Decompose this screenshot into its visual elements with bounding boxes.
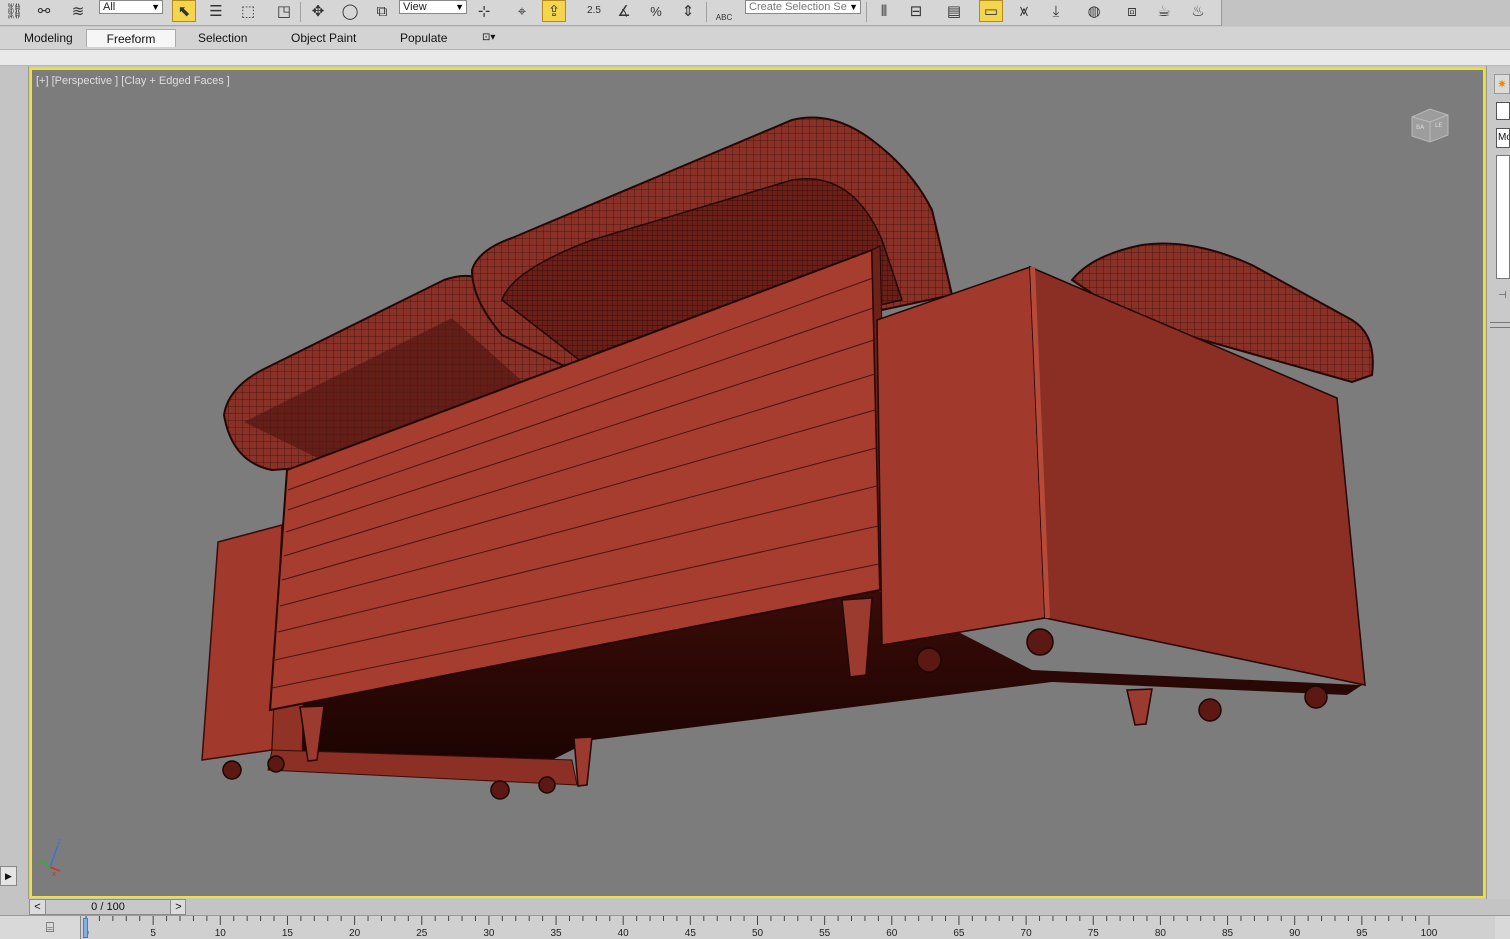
toolbar-separator (866, 2, 867, 22)
track-tick-label: 30 (483, 928, 495, 939)
modifier-stack-list[interactable] (1496, 155, 1510, 279)
expand-panel-arrow-icon[interactable]: ▶ (0, 866, 17, 886)
tab-modeling[interactable]: Modeling (18, 29, 79, 47)
mini-curve-editor-icon[interactable]: ⌸ (38, 917, 62, 937)
modifier-list-field[interactable]: Mo (1496, 128, 1510, 148)
panel-divider (1490, 322, 1510, 323)
pin-stack-icon[interactable]: ⊣ (1498, 290, 1507, 301)
perspective-viewport[interactable]: [+] [Perspective ] [Clay + Edged Faces ]… (30, 68, 1485, 898)
track-tick-label: 40 (618, 928, 630, 939)
create-panel-tab-icon[interactable]: ✷ (1494, 74, 1510, 94)
track-tick-label: 85 (1222, 928, 1234, 939)
rendered-frame-window-icon[interactable]: ☕ (1152, 0, 1176, 22)
axis-z-label: z (57, 837, 61, 846)
track-tick-label: 35 (550, 928, 562, 939)
pivot-center-icon[interactable]: ⊹ (472, 0, 496, 22)
spinner-snap-icon[interactable]: ⇕ (676, 0, 700, 22)
track-tick-label: 75 (1088, 928, 1100, 939)
tab-selection[interactable]: Selection (192, 29, 253, 47)
ribbon-options-dropdown-icon[interactable]: ⊡▾ (476, 29, 501, 47)
command-panel-checkbox[interactable] (1496, 102, 1510, 120)
track-tick-label: 65 (953, 928, 965, 939)
toolbar-empty-area (1222, 0, 1510, 26)
select-and-link-icon[interactable]: ⛓ (2, 0, 26, 22)
material-editor-icon[interactable]: ◍ (1082, 0, 1106, 22)
select-and-manipulate-icon[interactable]: ⌖ (510, 0, 534, 22)
current-frame-marker[interactable] (83, 918, 88, 938)
ribbon-tabs: Modeling Freeform Selection Object Paint… (0, 27, 1510, 49)
svg-text:BA: BA (1416, 124, 1425, 131)
toggle-ribbon-icon[interactable]: ▭ (979, 0, 1003, 22)
chevron-down-icon: ▼ (849, 2, 858, 12)
svg-text:LE: LE (1435, 122, 1442, 129)
chevron-down-icon: ▼ (151, 2, 160, 12)
time-slider[interactable]: < 0 / 100 > (29, 899, 186, 915)
select-and-scale-icon[interactable]: ⧉ (370, 0, 394, 22)
main-toolbar: ⛓ ⚯ ≋ All ▼ ⬉ ☰ ⬚ ◳ ✥ ◯ ⧉ View ▼ ⊹ ⌖ ⇪ 2.5… (0, 0, 1222, 26)
time-slider-thumb[interactable]: 0 / 100 (46, 900, 170, 914)
render-setup-icon[interactable]: ⧈ (1120, 0, 1144, 22)
track-tick-label: 10 (215, 928, 227, 939)
schematic-view-icon[interactable]: ⤓ (1044, 0, 1068, 22)
ribbon-panel-minimized (0, 49, 1510, 66)
mirror-icon[interactable]: ⫴ (872, 0, 896, 22)
keyboard-shortcut-override-icon[interactable]: ⇪ (542, 0, 566, 22)
percent-snap-icon[interactable]: % (644, 0, 668, 22)
render-production-icon[interactable]: ♨ (1186, 0, 1210, 22)
track-tick-label: 100 (1421, 928, 1438, 939)
snaps-toggle-icon[interactable]: 2.5 (582, 0, 606, 22)
next-frame-button[interactable]: > (170, 900, 186, 914)
viewport-label[interactable]: [+] [Perspective ] [Clay + Edged Faces ] (36, 75, 230, 87)
viewcube-icon[interactable]: BA LE (1409, 105, 1451, 145)
tab-object-paint[interactable]: Object Paint (285, 29, 362, 47)
select-and-rotate-icon[interactable]: ◯ (338, 0, 362, 22)
select-by-name-icon[interactable]: ☰ (204, 0, 228, 22)
track-tick-label: 70 (1021, 928, 1033, 939)
viewport-left-border (0, 66, 29, 899)
axis-tripod-icon: z x y (38, 837, 61, 877)
bind-to-space-warp-icon[interactable]: ≋ (66, 0, 90, 22)
toolbar-separator (706, 2, 707, 22)
track-tick-label: 60 (886, 928, 898, 939)
track-tick-label: 20 (349, 928, 361, 939)
window-crossing-icon[interactable]: ◳ (272, 0, 296, 22)
reference-coordinate-select[interactable]: View ▼ (399, 0, 467, 14)
named-selection-set-select[interactable]: Create Selection Se ▼ (745, 0, 861, 14)
track-tick-label: 55 (819, 928, 831, 939)
panel-divider (1490, 327, 1510, 328)
toolbar-separator (300, 2, 301, 22)
track-tick-label: 5 (150, 928, 156, 939)
previous-frame-button[interactable]: < (30, 900, 46, 914)
track-tick-label: 45 (685, 928, 697, 939)
track-tick-label: 90 (1289, 928, 1301, 939)
track-tick-label: 95 (1356, 928, 1368, 939)
layer-explorer-icon[interactable]: ▤ (942, 0, 966, 22)
edit-named-selection-icon[interactable]: ABC (712, 0, 736, 22)
chevron-down-icon: ▼ (455, 2, 464, 12)
sofa-model-scene (201, 116, 1374, 800)
track-tick-label: 25 (416, 928, 428, 939)
track-tick-label: 80 (1155, 928, 1167, 939)
tab-freeform[interactable]: Freeform (86, 29, 176, 47)
select-and-move-icon[interactable]: ✥ (306, 0, 330, 22)
track-tick-label: 50 (752, 928, 764, 939)
axis-x-label: x (52, 870, 56, 877)
track-ticks: 0510152025303540455055606570758085909510… (83, 916, 1438, 939)
rectangular-selection-icon[interactable]: ⬚ (236, 0, 260, 22)
selection-filter-select[interactable]: All ▼ (99, 0, 163, 14)
axis-y-label: y (38, 857, 42, 865)
angle-snap-icon[interactable]: ∡ (612, 0, 636, 22)
align-icon[interactable]: ⊟ (904, 0, 928, 22)
track-bar-area[interactable]: 0510152025303540455055606570758085909510… (80, 916, 1495, 939)
unlink-selection-icon[interactable]: ⚯ (32, 0, 56, 22)
select-object-icon[interactable]: ⬉ (172, 0, 196, 22)
tab-populate[interactable]: Populate (394, 29, 453, 47)
curve-editor-icon[interactable]: ⩙ (1012, 0, 1036, 22)
track-tick-label: 15 (282, 928, 294, 939)
